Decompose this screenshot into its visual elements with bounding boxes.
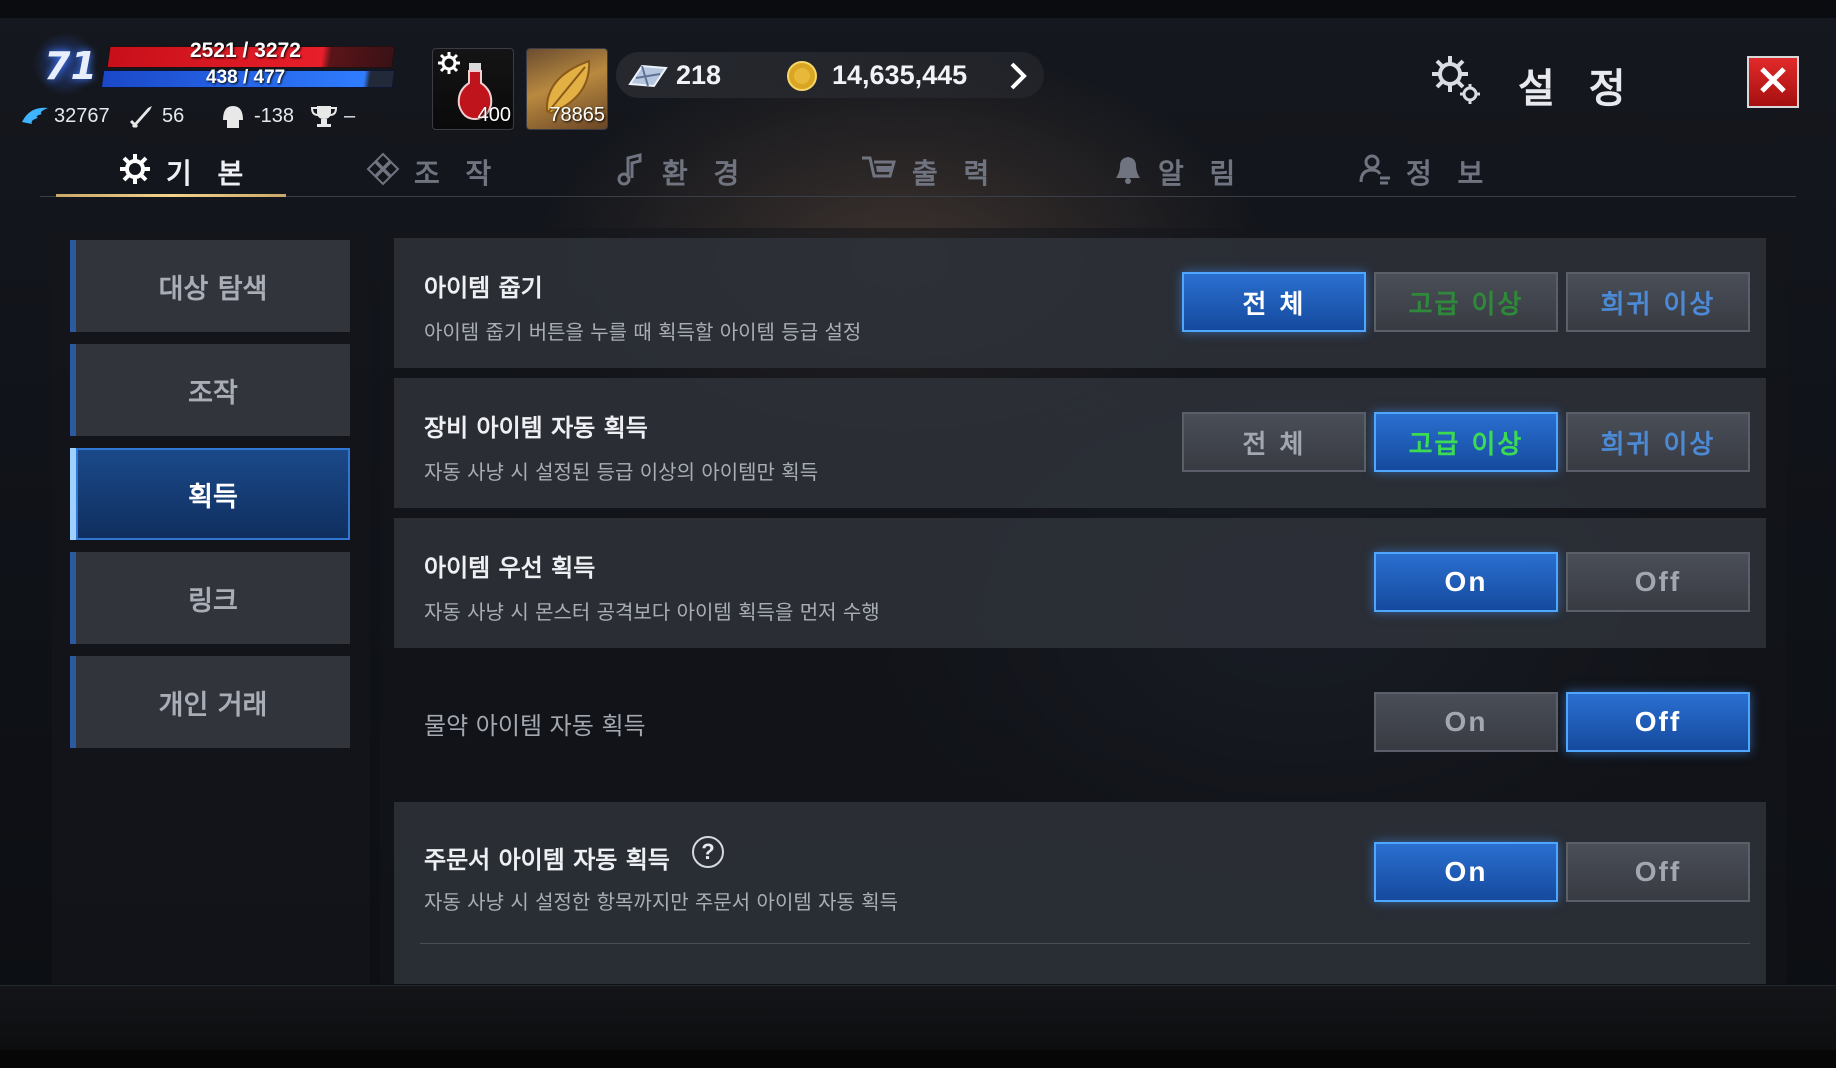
tab-environment[interactable]: 환 경 bbox=[614, 148, 747, 196]
stat-defense-value: -138 bbox=[254, 104, 295, 127]
setting-row-item-priority: 아이템 우선 획득 자동 사냥 시 몬스터 공격보다 아이템 획득을 먼저 수행… bbox=[394, 518, 1766, 648]
sidebar-item-label: 조작 bbox=[188, 377, 238, 409]
gear-icon bbox=[118, 152, 152, 193]
sidebar-item-control[interactable]: 조작 bbox=[70, 344, 350, 436]
setting-description: 아이템 줍기 버튼을 누를 때 획득할 아이템 등급 설정 bbox=[424, 320, 862, 344]
page-title: 설 정 bbox=[1518, 66, 1636, 112]
tab-notifications-label: 알 림 bbox=[1158, 157, 1244, 190]
tab-basic-label: 기 본 bbox=[166, 157, 252, 190]
sidebar-item-label: 개인 거래 bbox=[158, 689, 268, 721]
tab-info-label: 정 보 bbox=[1406, 157, 1492, 190]
row-divider bbox=[420, 943, 1750, 944]
tab-output[interactable]: 출 력 bbox=[860, 148, 997, 196]
dpad-icon bbox=[366, 152, 400, 193]
hp-text: 2521 / 3272 bbox=[190, 39, 301, 62]
settings-gear-icon bbox=[1428, 52, 1484, 112]
trophy-icon bbox=[310, 102, 338, 130]
setting-description: 자동 사냥 시 설정한 항목까지만 주문서 아이템 자동 획득 bbox=[424, 890, 899, 914]
wing-icon bbox=[20, 102, 48, 130]
sidebar-item-acquire[interactable]: 획득 bbox=[70, 448, 350, 540]
person-icon bbox=[1358, 152, 1392, 193]
equip-advanced-button[interactable]: 고급 이상 bbox=[1374, 412, 1558, 472]
monitor-icon bbox=[860, 152, 898, 193]
stat-attack-value: 56 bbox=[162, 104, 185, 127]
top-edge bbox=[0, 0, 1836, 18]
sidebar-item-label: 획득 bbox=[188, 481, 238, 513]
sidebar-item-target-search[interactable]: 대상 탐색 bbox=[70, 240, 350, 332]
stat-defense: -138 bbox=[220, 102, 294, 130]
tab-control[interactable]: 조 작 bbox=[366, 148, 499, 196]
sidebar-item-personal-trade[interactable]: 개인 거래 bbox=[70, 656, 350, 748]
gold-amount: 14,635,445 bbox=[832, 60, 968, 90]
help-icon[interactable]: ? bbox=[692, 836, 724, 868]
priority-off-button[interactable]: Off bbox=[1566, 552, 1750, 612]
leaf-slot[interactable]: 78865 bbox=[526, 48, 608, 130]
tab-environment-label: 환 경 bbox=[662, 157, 748, 190]
setting-row-potion-auto: 물약 아이템 자동 획득 On Off bbox=[394, 658, 1766, 788]
setting-title: 물약 아이템 자동 획득 bbox=[424, 712, 646, 740]
sidebar-item-label: 링크 bbox=[188, 585, 238, 617]
setting-title: 장비 아이템 자동 획득 bbox=[424, 414, 648, 442]
scroll-off-button[interactable]: Off bbox=[1566, 842, 1750, 902]
tab-control-label: 조 작 bbox=[414, 157, 500, 190]
tab-output-label: 출 력 bbox=[912, 157, 998, 190]
pickup-rare-button[interactable]: 희귀 이상 bbox=[1566, 272, 1750, 332]
potion-on-button[interactable]: On bbox=[1374, 692, 1558, 752]
potion-count: 400 bbox=[477, 104, 511, 126]
music-note-icon bbox=[614, 152, 648, 193]
chevron-right-icon[interactable] bbox=[1006, 60, 1030, 96]
tab-notifications[interactable]: 알 림 bbox=[1110, 148, 1243, 196]
bottom-edge bbox=[0, 1050, 1836, 1068]
setting-row-equipment-auto: 장비 아이템 자동 획득 자동 사냥 시 설정된 등급 이상의 아이템만 획득 … bbox=[394, 378, 1766, 508]
equip-all-button[interactable]: 전 체 bbox=[1182, 412, 1366, 472]
setting-row-item-pickup: 아이템 줍기 아이템 줍기 버튼을 누를 때 획득할 아이템 등급 설정 전 체… bbox=[394, 238, 1766, 368]
sidebar-item-link[interactable]: 링크 bbox=[70, 552, 350, 644]
stat-attack: 56 bbox=[128, 102, 184, 130]
helmet-icon bbox=[220, 102, 248, 130]
tabs-divider bbox=[40, 196, 1796, 197]
setting-description: 자동 사냥 시 설정된 등급 이상의 아이템만 획득 bbox=[424, 460, 819, 484]
stat-wing-value: 32767 bbox=[54, 104, 110, 127]
equip-rare-button[interactable]: 희귀 이상 bbox=[1566, 412, 1750, 472]
sidebar-item-label: 대상 탐색 bbox=[158, 273, 268, 305]
scroll-on-button[interactable]: On bbox=[1374, 842, 1558, 902]
leaf-count: 78865 bbox=[549, 104, 605, 126]
setting-title: 아이템 줍기 bbox=[424, 274, 543, 302]
player-level: 71 bbox=[44, 44, 97, 88]
mp-text: 438 / 477 bbox=[206, 67, 286, 88]
pickup-all-button[interactable]: 전 체 bbox=[1182, 272, 1366, 332]
setting-row-scroll-auto: 주문서 아이템 자동 획득 ? 자동 사냥 시 설정한 항목까지만 주문서 아이… bbox=[394, 802, 1766, 984]
stat-trophy-value: – bbox=[344, 104, 356, 127]
bottom-band bbox=[0, 985, 1836, 1050]
priority-on-button[interactable]: On bbox=[1374, 552, 1558, 612]
tab-info[interactable]: 정 보 bbox=[1358, 148, 1491, 196]
close-icon bbox=[1758, 65, 1788, 99]
pickup-advanced-button[interactable]: 고급 이상 bbox=[1374, 272, 1558, 332]
setting-title: 주문서 아이템 자동 획득 bbox=[424, 846, 670, 874]
close-button[interactable] bbox=[1747, 56, 1799, 108]
diamond-icon bbox=[626, 62, 668, 94]
potion-off-button[interactable]: Off bbox=[1566, 692, 1750, 752]
potion-slot[interactable]: 400 bbox=[432, 48, 514, 130]
diamond-amount: 218 bbox=[676, 60, 722, 90]
stat-wing: 32767 bbox=[20, 102, 110, 130]
setting-description: 자동 사냥 시 몬스터 공격보다 아이템 획득을 먼저 수행 bbox=[424, 600, 880, 624]
tab-basic[interactable]: 기 본 bbox=[118, 148, 251, 196]
setting-title: 아이템 우선 획득 bbox=[424, 554, 596, 582]
gold-coin-icon bbox=[786, 60, 818, 96]
sword-icon bbox=[128, 102, 156, 130]
bell-icon bbox=[1110, 152, 1144, 193]
stat-trophy: – bbox=[310, 102, 355, 130]
